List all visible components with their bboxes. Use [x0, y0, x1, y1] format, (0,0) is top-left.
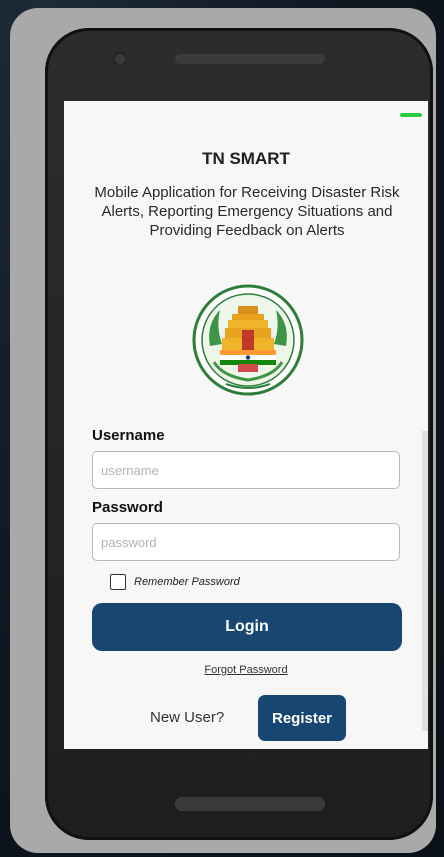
scrollbar [422, 431, 428, 731]
bottom-speaker [175, 797, 325, 811]
new-user-prompt: New User? [150, 709, 225, 726]
forgot-password-link[interactable]: Forgot Password [64, 664, 428, 676]
earpiece-speaker [175, 54, 325, 64]
username-label: Username [92, 427, 165, 444]
username-input[interactable] [92, 451, 400, 489]
password-label: Password [92, 499, 163, 516]
tamil-nadu-emblem-icon [192, 284, 304, 396]
front-camera [113, 52, 127, 66]
login-button[interactable]: Login [92, 603, 402, 651]
remember-password-checkbox[interactable] [110, 574, 126, 590]
register-button[interactable]: Register [258, 695, 346, 741]
remember-password-row[interactable]: Remember Password [110, 574, 240, 590]
status-indicator [400, 113, 422, 117]
app-title: TN SMART [202, 149, 290, 168]
remember-password-label: Remember Password [134, 576, 240, 588]
app-subtitle: Mobile Application for Receiving Disaste… [94, 184, 400, 239]
app-screen: TN SMART Mobile Application for Receivin… [64, 101, 428, 749]
password-input[interactable] [92, 523, 400, 561]
